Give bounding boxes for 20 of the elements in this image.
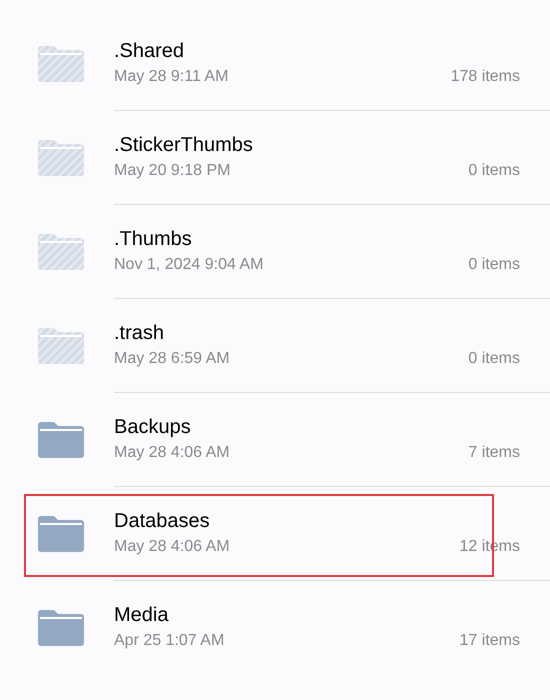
folder-name: .trash [114, 320, 164, 344]
modified-date: May 28 9:11 AM [114, 66, 228, 86]
modified-date: May 28 6:59 AM [114, 348, 230, 368]
item-count: 0 items [468, 160, 520, 180]
item-count: 7 items [468, 442, 520, 462]
modified-date: May 28 4:06 AM [114, 442, 230, 462]
modified-date: Apr 25 1:07 AM [114, 631, 224, 651]
folder-name: Media [114, 603, 168, 627]
folder-name: .Shared [114, 38, 184, 62]
folder-name: Databases [114, 508, 210, 532]
modified-date: May 28 4:06 AM [114, 536, 230, 556]
item-count: 178 items [450, 66, 520, 86]
item-count: 0 items [468, 254, 520, 274]
item-count: 0 items [468, 348, 520, 368]
modified-date: Nov 1, 2024 9:04 AM [114, 254, 264, 274]
item-count: 17 items [460, 631, 520, 651]
folder-name: .StickerThumbs [114, 132, 253, 156]
folder-name: .Thumbs [114, 226, 192, 250]
folder-name: Backups [114, 414, 191, 438]
modified-date: May 20 9:18 PM [114, 160, 230, 180]
